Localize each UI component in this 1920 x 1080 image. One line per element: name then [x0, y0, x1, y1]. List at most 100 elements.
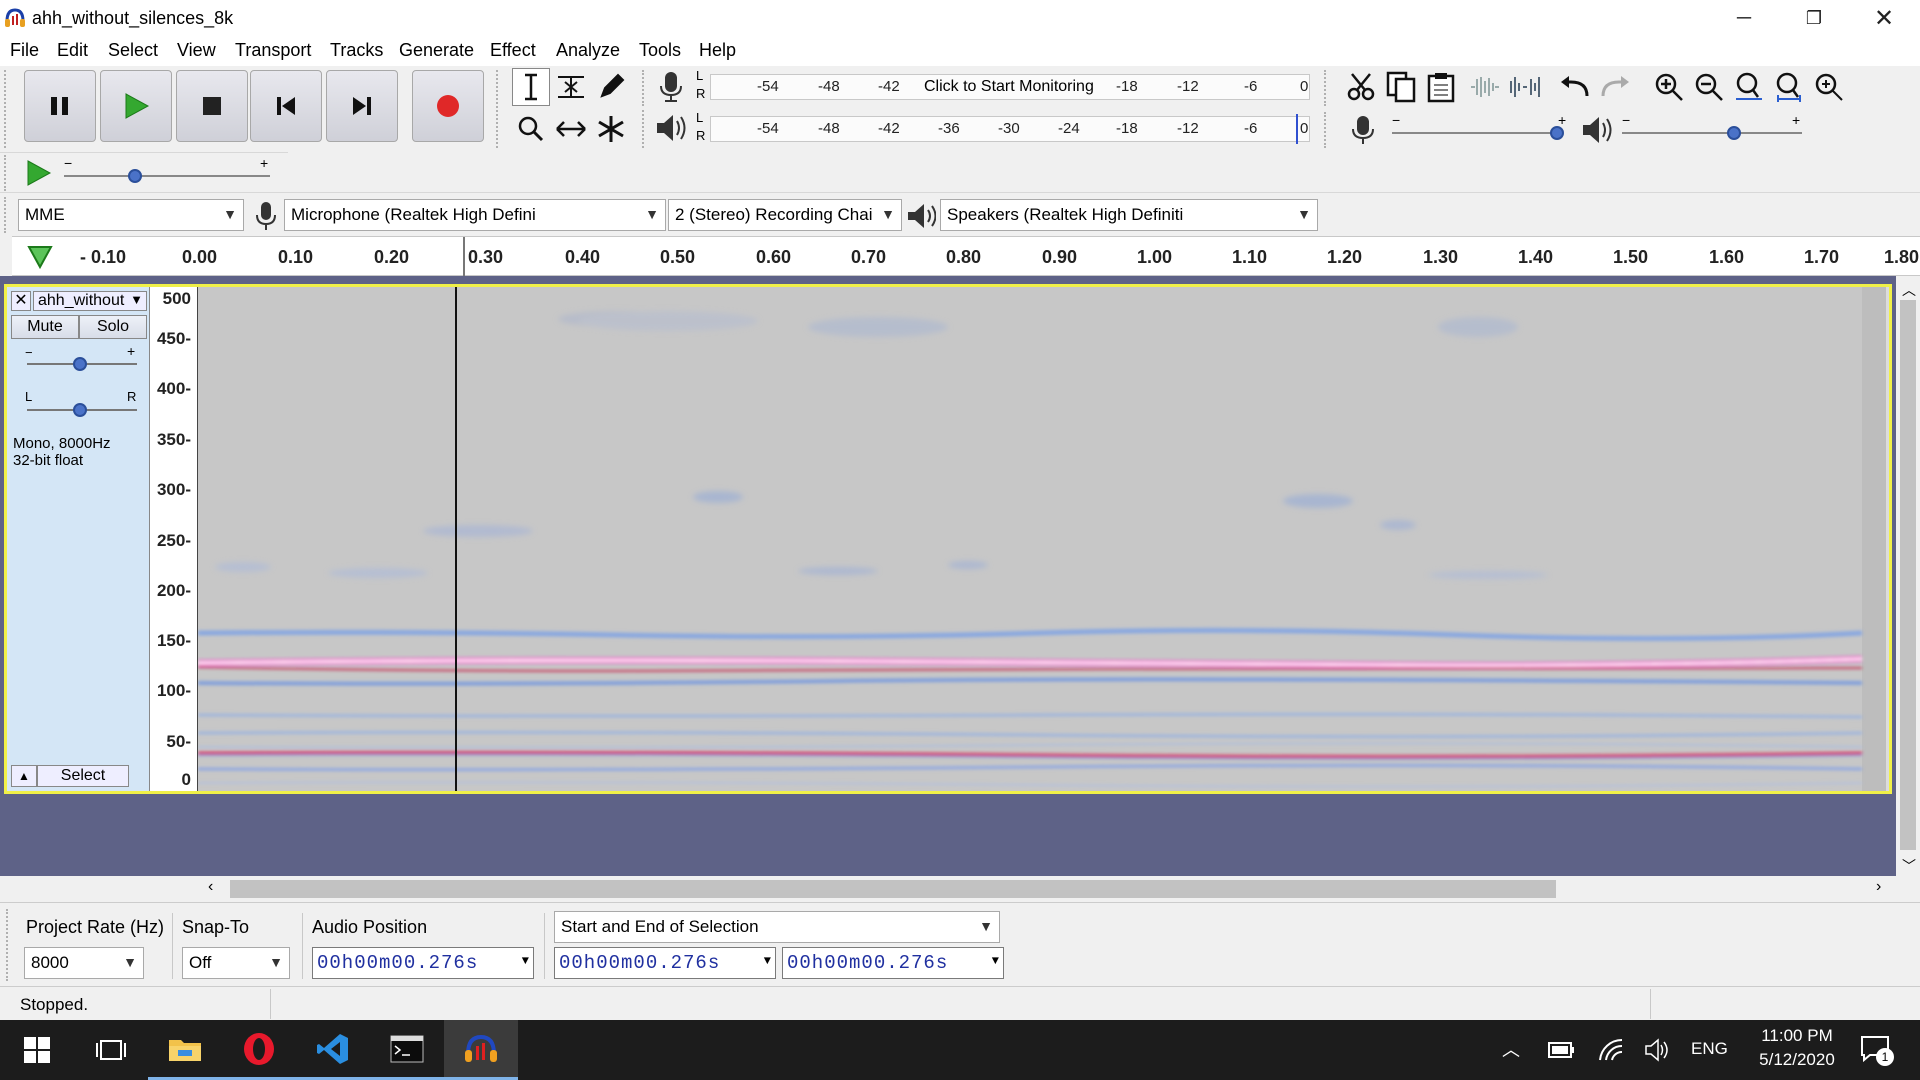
- zoom-in-button[interactable]: [1650, 68, 1688, 106]
- fit-selection-button[interactable]: [1730, 68, 1768, 106]
- play-meter-speaker-icon[interactable]: [654, 112, 688, 144]
- show-hidden-icons-chevron-icon[interactable]: ︿: [1502, 1036, 1520, 1062]
- trim-button[interactable]: [1466, 68, 1504, 106]
- select-track-button[interactable]: Select: [37, 765, 129, 787]
- solo-button[interactable]: Solo: [79, 315, 147, 339]
- envelope-tool[interactable]: [552, 68, 590, 106]
- volume-icon[interactable]: [1644, 1038, 1670, 1062]
- play-button[interactable]: [100, 70, 172, 142]
- playback-volume-thumb[interactable]: [1727, 126, 1741, 140]
- menu-edit[interactable]: Edit: [57, 40, 88, 61]
- undo-button[interactable]: [1556, 68, 1594, 106]
- spectrogram[interactable]: [198, 287, 1886, 791]
- file-explorer-button[interactable]: [148, 1020, 222, 1080]
- selection-mode-select[interactable]: Start and End of Selection ▼: [554, 911, 1000, 943]
- menu-select[interactable]: Select: [108, 40, 158, 61]
- close-button[interactable]: ✕: [1850, 0, 1918, 36]
- clock[interactable]: 11:00 PM 5/12/2020: [1742, 1026, 1852, 1070]
- vertical-scroll-thumb[interactable]: [1900, 300, 1916, 850]
- copy-button[interactable]: [1382, 68, 1420, 106]
- opera-button[interactable]: [222, 1020, 296, 1080]
- menu-tracks[interactable]: Tracks: [330, 40, 383, 61]
- recording-volume-slider[interactable]: [1392, 132, 1558, 134]
- skip-to-start-button[interactable]: [250, 70, 322, 142]
- menu-effect[interactable]: Effect: [490, 40, 536, 61]
- play-at-speed-icon[interactable]: [24, 159, 52, 187]
- menu-analyze[interactable]: Analyze: [556, 40, 620, 61]
- redo-button[interactable]: [1596, 68, 1634, 106]
- toolbar-grip[interactable]: [642, 110, 648, 148]
- click-to-monitor[interactable]: Click to Start Monitoring: [924, 78, 1094, 96]
- scroll-down-icon[interactable]: ﹀: [1902, 856, 1916, 876]
- toolbar-grip[interactable]: [642, 70, 648, 106]
- zoom-toggle-button[interactable]: [1810, 68, 1848, 106]
- pinned-play-head-icon[interactable]: [26, 243, 54, 271]
- zoom-tool[interactable]: [512, 110, 550, 148]
- recording-channels-select[interactable]: 2 (Stereo) Recording Chai ▼: [668, 199, 902, 231]
- draw-tool[interactable]: [592, 68, 630, 106]
- playback-volume-slider[interactable]: [1622, 132, 1802, 134]
- menu-file[interactable]: File: [10, 40, 39, 61]
- project-rate-select[interactable]: 8000 ▼: [24, 947, 144, 979]
- toolbar-grip[interactable]: [1324, 70, 1330, 106]
- horizontal-scroll-thumb[interactable]: [230, 880, 1556, 898]
- playback-speed-slider[interactable]: [64, 175, 270, 177]
- paste-button[interactable]: [1422, 68, 1460, 106]
- toolbar-grip[interactable]: [4, 155, 10, 191]
- toolbar-grip[interactable]: [1324, 112, 1330, 148]
- track-panel[interactable]: ✕ ahh_without ▼ Mute Solo − + L R Mono, …: [0, 276, 1896, 876]
- close-track-button[interactable]: ✕: [11, 291, 31, 311]
- pause-button[interactable]: [24, 70, 96, 142]
- toolbar-grip[interactable]: [4, 197, 10, 233]
- record-button[interactable]: [412, 70, 484, 142]
- multi-tool[interactable]: [592, 110, 630, 148]
- task-view-button[interactable]: [74, 1020, 148, 1080]
- gain-thumb[interactable]: [73, 357, 87, 371]
- timeline-ruler[interactable]: - 0.10 0.00 0.10 0.20 0.30 0.40 0.50 0.6…: [12, 236, 1920, 277]
- mute-button[interactable]: Mute: [11, 315, 79, 339]
- collapse-track-button[interactable]: ▲: [11, 765, 37, 787]
- selection-start-field[interactable]: 00h00m00.276s ▼: [554, 947, 776, 979]
- record-meter-mic-icon[interactable]: [656, 70, 686, 104]
- input-language[interactable]: ENG: [1691, 1039, 1728, 1059]
- recording-volume-thumb[interactable]: [1550, 126, 1564, 140]
- vertical-scrollbar[interactable]: ︿ ﹀: [1896, 276, 1920, 876]
- fit-project-button[interactable]: [1770, 68, 1808, 106]
- action-center-button[interactable]: 1: [1860, 1034, 1900, 1068]
- scroll-left-icon[interactable]: ‹: [208, 878, 213, 896]
- audio-host-select[interactable]: MME ▼: [18, 199, 244, 231]
- recording-device-select[interactable]: Microphone (Realtek High Defini ▼: [284, 199, 666, 231]
- menu-view[interactable]: View: [177, 40, 216, 61]
- pan-thumb[interactable]: [73, 403, 87, 417]
- scroll-up-icon[interactable]: ︿: [1902, 280, 1916, 300]
- audio-track[interactable]: ✕ ahh_without ▼ Mute Solo − + L R Mono, …: [4, 284, 1892, 794]
- playback-device-select[interactable]: Speakers (Realtek High Definiti ▼: [940, 199, 1318, 231]
- battery-icon[interactable]: [1548, 1040, 1576, 1060]
- menu-tools[interactable]: Tools: [639, 40, 681, 61]
- menu-transport[interactable]: Transport: [235, 40, 311, 61]
- skip-to-end-button[interactable]: [326, 70, 398, 142]
- start-button[interactable]: [0, 1020, 74, 1080]
- audio-position-field[interactable]: 00h00m00.276s ▼: [312, 947, 534, 979]
- minimize-button[interactable]: ─: [1710, 0, 1778, 36]
- cut-button[interactable]: [1342, 68, 1380, 106]
- network-wifi-icon[interactable]: [1598, 1038, 1624, 1062]
- menu-help[interactable]: Help: [699, 40, 736, 61]
- restore-button[interactable]: ❐: [1780, 0, 1848, 36]
- toolbar-grip[interactable]: [4, 70, 10, 148]
- time-shift-tool[interactable]: [552, 110, 590, 148]
- vscode-button[interactable]: [296, 1020, 370, 1080]
- toolbar-grip[interactable]: [496, 70, 502, 148]
- terminal-button[interactable]: [370, 1020, 444, 1080]
- stop-button[interactable]: [176, 70, 248, 142]
- toolbar-grip[interactable]: [6, 909, 12, 981]
- scroll-right-icon[interactable]: ›: [1876, 878, 1881, 896]
- frequency-scale[interactable]: 500 450- 400- 350- 300- 250- 200- 150- 1…: [150, 287, 198, 791]
- selection-tool[interactable]: [512, 68, 550, 106]
- menu-generate[interactable]: Generate: [399, 40, 474, 61]
- horizontal-scrollbar[interactable]: ‹ ›: [0, 876, 1896, 902]
- snap-to-select[interactable]: Off ▼: [182, 947, 290, 979]
- playback-speed-thumb[interactable]: [128, 169, 142, 183]
- audacity-taskbar-button[interactable]: [444, 1020, 518, 1080]
- selection-end-field[interactable]: 00h00m00.276s ▼: [782, 947, 1004, 979]
